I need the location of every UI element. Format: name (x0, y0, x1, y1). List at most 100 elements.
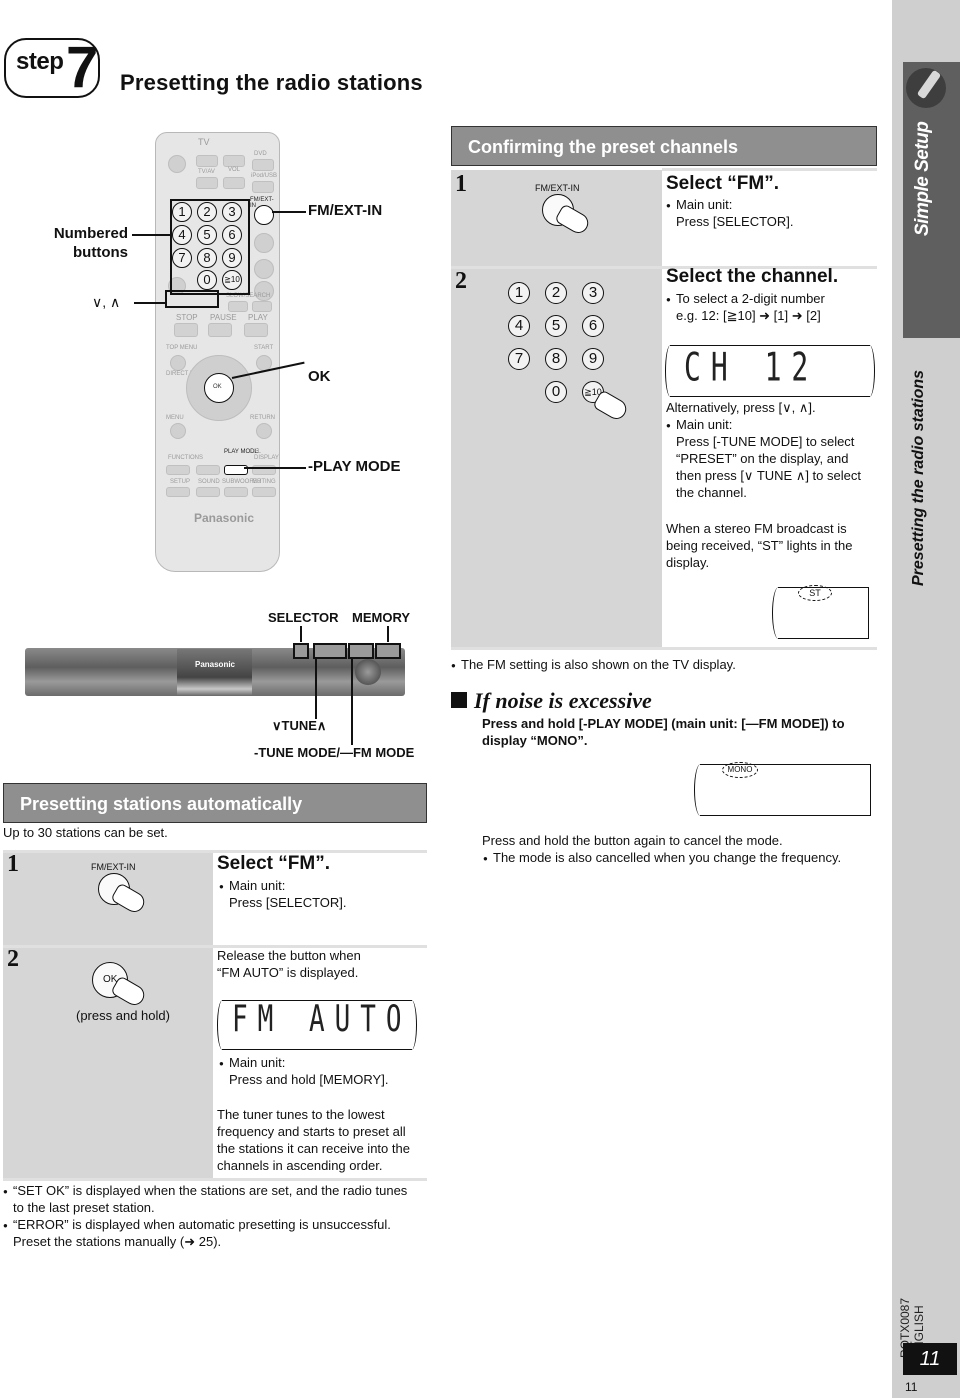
stereo-note-3: display. (666, 555, 710, 570)
stereo-note-2: being received, “ST” lights in the (666, 538, 853, 553)
page-number-box: 11 (903, 1343, 957, 1375)
error-note-1: “ERROR” is displayed when automatic pres… (3, 1216, 391, 1234)
tv-vol-up-button (223, 155, 245, 167)
tv-av-label: TV/AV (198, 169, 215, 175)
selector-callout: SELECTOR (268, 610, 339, 625)
key-0: 0 (545, 381, 567, 403)
remote-key-ge10: ≧10 (222, 270, 242, 290)
main-unit-line-3: then press [∨ TUNE ∧] to select (676, 468, 861, 483)
remote-key-4: 4 (172, 225, 192, 245)
callout-line (315, 659, 317, 719)
set-ok-note-2: to the last preset station. (13, 1200, 155, 1215)
st-display: ST (772, 585, 869, 639)
volume-knob (355, 659, 381, 685)
callout-line (132, 234, 170, 236)
main-unit-line-1: Press [-TUNE MODE] to select (676, 434, 855, 449)
dvd-label: DVD (254, 151, 267, 157)
noise-title: If noise is excessive (474, 688, 652, 713)
one-touch-play-button (254, 233, 274, 253)
auto-body-2: frequency and starts to preset all (217, 1124, 406, 1139)
play-button (244, 323, 268, 337)
noise-instruction-2: display “MONO”. (482, 733, 588, 748)
auto-body-1: The tuner tunes to the lowest (217, 1107, 385, 1122)
confirm-step-2-bullet: To select a 2-digit number (666, 290, 825, 308)
pause-label: PAUSE (210, 313, 237, 322)
page-title: Presetting the radio stations (120, 70, 423, 95)
stop-button (174, 323, 198, 337)
pause-button (208, 323, 232, 337)
fm-setting-note: The FM setting is also shown on the TV d… (451, 656, 736, 674)
skip-callout: ∨, ∧ (92, 294, 121, 310)
return-label: RETURN (250, 415, 275, 421)
tune-buttons (313, 643, 347, 659)
auto-step-1-number: 1 (7, 851, 19, 877)
setup-button (166, 487, 190, 497)
fm-auto-display: FM AUTO (217, 999, 417, 1050)
confirming-header: Confirming the preset channels (451, 126, 877, 166)
noise-cancel-text: Press and hold the button again to cance… (482, 833, 783, 848)
top-menu-label: TOP MENU (166, 345, 198, 351)
memory-callout: MEMORY (352, 610, 411, 625)
fm-ext-in-button-label: FM/EXT-IN (91, 862, 136, 872)
ch-display: CH 12 (665, 344, 875, 397)
callout-line (272, 211, 306, 213)
confirm-step-2-number: 2 (455, 268, 467, 294)
callout-line (244, 467, 306, 469)
remote-brand: Panasonic (194, 511, 255, 525)
main-unit-line-2: “PRESET” on the display, and (676, 451, 849, 466)
selector-button (293, 643, 309, 659)
noise-bullet: The mode is also cancelled when you chan… (483, 849, 841, 867)
power-button (168, 155, 186, 173)
auto-step-2-bullet: Main unit: (219, 1054, 285, 1072)
numbered-buttons-callout: Numbered buttons (53, 225, 128, 261)
return-button (256, 423, 272, 439)
confirm-step-1-number: 1 (455, 171, 467, 197)
key-8: 8 (545, 348, 567, 370)
fm-ext-in-button (254, 205, 274, 225)
ipod-usb-label: iPod/USB (251, 173, 278, 179)
confirm-step-2-bullet-cont: e.g. 12: [≧10] ➜ [1] ➜ [2] (676, 308, 821, 323)
remote-key-7: 7 (172, 248, 192, 268)
skip-buttons-highlight (165, 290, 219, 308)
ipod-usb-button (252, 181, 274, 193)
rewind-button (228, 301, 248, 312)
auto-step-1-title: Select “FM”. (217, 853, 330, 874)
sound-label: SOUND (198, 479, 220, 485)
auto-body-3: the stations it can receive into the (217, 1141, 410, 1156)
fast-forward-button (252, 301, 272, 312)
subwoofer-button (224, 487, 248, 497)
main-unit-brand: Panasonic (194, 660, 235, 669)
key-5: 5 (545, 315, 567, 337)
tune-callout: ∨TUNE∧ (272, 718, 327, 733)
sound-button (196, 487, 220, 497)
callout-line (387, 626, 389, 642)
remote-key-6: 6 (222, 225, 242, 245)
remote-key-3: 3 (222, 202, 242, 222)
auto-step-2-number: 2 (7, 946, 19, 972)
st-indicator: ST (798, 585, 832, 601)
confirm-step-1-bullet: Main unit: (666, 196, 732, 214)
step-word: step (16, 48, 64, 75)
error-note-2: Preset the stations manually (➜ 25). (13, 1234, 222, 1249)
tv-power-button (196, 155, 218, 167)
key-1: 1 (508, 282, 530, 304)
set-ok-note-1: “SET OK” is displayed when the stations … (3, 1182, 407, 1200)
key-9: 9 (582, 348, 604, 370)
muting-label: MUTING (252, 479, 276, 485)
automatic-intro: Up to 30 stations can be set. (3, 825, 168, 840)
remote-key-1: 1 (172, 202, 192, 222)
fm-ext-in-callout: FM/EXT-IN (308, 202, 383, 219)
step-badge: step 7 (4, 35, 100, 100)
remote-control: TV TV/AV VOL DVD iPod/USB FM/EXT-IN SLOW… (155, 132, 280, 572)
dvd-button (252, 159, 274, 171)
remote-key-5: 5 (197, 225, 217, 245)
callout-line (300, 626, 302, 642)
remote-key-9: 9 (222, 248, 242, 268)
memory-button (375, 643, 401, 659)
fl-display-label: FL DISPLAY (254, 449, 279, 461)
main-unit-bullet: Main unit: (666, 416, 732, 434)
noise-instruction-1: Press and hold [-PLAY MODE] (main unit: … (482, 716, 845, 731)
stereo-note-1: When a stereo FM broadcast is (666, 521, 847, 536)
remote-key-0: 0 (197, 270, 217, 290)
play-mode-callout: -PLAY MODE (308, 458, 401, 475)
